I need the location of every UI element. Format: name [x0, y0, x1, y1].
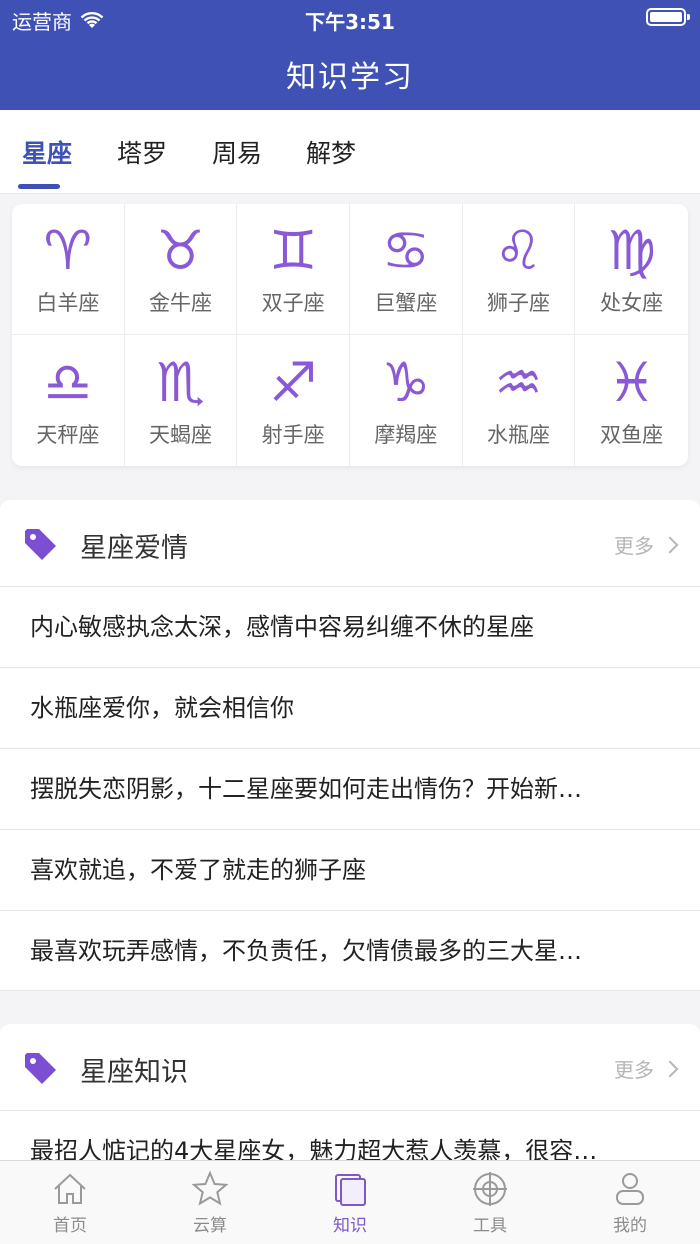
- zodiac-item[interactable]: ♈ 白羊座: [12, 204, 125, 335]
- zodiac-item[interactable]: ♍ 处女座: [575, 204, 688, 335]
- zodiac-item[interactable]: ♒ 水瓶座: [463, 335, 576, 466]
- knowledge-section-header: 星座知识 更多: [0, 1024, 700, 1110]
- section-title: 星座爱情: [80, 533, 188, 564]
- tab-zhouyi[interactable]: 周易: [212, 134, 262, 170]
- zodiac-name: 处女座: [600, 291, 664, 315]
- gemini-icon: ♊: [268, 219, 318, 282]
- more-button[interactable]: 更多: [614, 530, 679, 559]
- nav-cloud-calc[interactable]: 云算: [140, 1161, 280, 1244]
- zodiac-name: 白羊座: [36, 291, 100, 315]
- article-item[interactable]: 摆脱失恋阴影，十二星座要如何走出情伤？开始新…: [0, 748, 700, 829]
- zodiac-name: 天秤座: [36, 422, 100, 447]
- bottom-navigation: 首页 云算 知识 工具 我的: [0, 1160, 700, 1244]
- pisces-icon: ♓: [607, 350, 656, 414]
- zodiac-name: 射手座: [261, 422, 325, 447]
- zodiac-name: 水瓶座: [486, 422, 550, 447]
- nav-label: 知识: [333, 1216, 367, 1236]
- home-icon: [54, 1173, 86, 1204]
- status-bar: 运营商 下午3:51: [0, 0, 700, 36]
- nav-label: 首页: [53, 1216, 87, 1236]
- zodiac-name: 摩羯座: [374, 422, 438, 447]
- article-item[interactable]: 喜欢就追，不爱了就走的狮子座: [0, 829, 700, 910]
- battery-icon: [646, 8, 690, 26]
- aries-icon: ♈: [43, 219, 93, 282]
- app-header: 运营商 下午3:51 知识学习: [0, 0, 700, 110]
- zodiac-name: 天蝎座: [148, 422, 212, 447]
- tag-icon: [25, 1053, 56, 1084]
- cancer-icon: ♋: [381, 219, 431, 282]
- zodiac-name: 狮子座: [486, 291, 550, 315]
- zodiac-grid: ♈ 白羊座 ♉ 金牛座 ♊ 双子座 ♋ 巨蟹座 ♌ 狮子座 ♍ 处女座 ♎ 天秤座 ♏ 天蝎座 ♐ 射手座 ♑ 摩羯座…: [12, 204, 688, 466]
- nav-tools[interactable]: 工具: [420, 1161, 560, 1244]
- zodiac-item[interactable]: ♐ 射手座: [237, 335, 350, 466]
- zodiac-item[interactable]: ♊ 双子座: [237, 204, 350, 335]
- article-item[interactable]: 最喜欢玩弄感情，不负责任，欠情债最多的三大星…: [0, 910, 700, 991]
- virgo-icon: ♍: [607, 219, 656, 282]
- zodiac-item[interactable]: ♉ 金牛座: [124, 204, 238, 335]
- zodiac-item[interactable]: ♏ 天蝎座: [125, 335, 238, 466]
- zodiac-name: 金牛座: [148, 291, 212, 315]
- zodiac-name: 双子座: [261, 291, 325, 315]
- zodiac-item[interactable]: ♎ 天秤座: [12, 335, 125, 466]
- zodiac-name: 巨蟹座: [374, 291, 438, 315]
- zodiac-item[interactable]: ♑ 摩羯座: [350, 335, 463, 466]
- chevron-right-icon: [661, 536, 679, 553]
- nav-profile[interactable]: 我的: [560, 1161, 700, 1244]
- tab-constellation[interactable]: 星座: [22, 134, 72, 170]
- more-label: 更多: [614, 1058, 654, 1082]
- nav-label: 工具: [473, 1216, 507, 1236]
- active-tab-indicator: [18, 184, 60, 189]
- nav-knowledge[interactable]: 知识: [280, 1161, 420, 1244]
- tab-dream[interactable]: 解梦: [306, 134, 356, 170]
- book-icon: [335, 1174, 366, 1206]
- tab-tarot[interactable]: 塔罗: [117, 134, 167, 170]
- zodiac-item[interactable]: ♋ 巨蟹座: [349, 204, 463, 335]
- chevron-right-icon: [661, 1060, 679, 1077]
- section-title: 星座知识: [80, 1057, 188, 1088]
- more-button[interactable]: 更多: [614, 1054, 679, 1083]
- page-title: 知识学习: [286, 60, 414, 95]
- article-item[interactable]: 水瓶座爱你，就会相信你: [0, 667, 700, 748]
- leo-icon: ♌: [494, 219, 543, 282]
- article-item[interactable]: 内心敏感执念太深，感情中容易纠缠不休的星座: [0, 586, 700, 667]
- person-icon: [616, 1173, 644, 1205]
- nav-home[interactable]: 首页: [0, 1161, 140, 1244]
- taurus-icon: ♉: [156, 219, 205, 282]
- zodiac-item[interactable]: ♓ 双鱼座: [575, 335, 688, 466]
- tag-icon: [25, 529, 56, 560]
- nav-label: 我的: [613, 1216, 647, 1236]
- zodiac-item[interactable]: ♌ 狮子座: [462, 204, 576, 335]
- category-tabs: 星座 塔罗 周易 解梦: [0, 110, 700, 194]
- zodiac-name: 双鱼座: [600, 422, 664, 447]
- sagittarius-icon: ♐: [268, 350, 318, 414]
- star-icon: [191, 1170, 229, 1206]
- scorpio-icon: ♏: [156, 350, 205, 414]
- aquarius-icon: ♒: [494, 350, 543, 414]
- more-label: 更多: [614, 534, 654, 558]
- status-time: 下午3:51: [305, 10, 395, 34]
- libra-icon: ♎: [43, 350, 93, 414]
- love-section-header: 星座爱情 更多: [0, 500, 700, 586]
- nav-label: 云算: [193, 1216, 227, 1236]
- capricorn-icon: ♑: [381, 350, 431, 414]
- crosshair-icon: [473, 1172, 507, 1206]
